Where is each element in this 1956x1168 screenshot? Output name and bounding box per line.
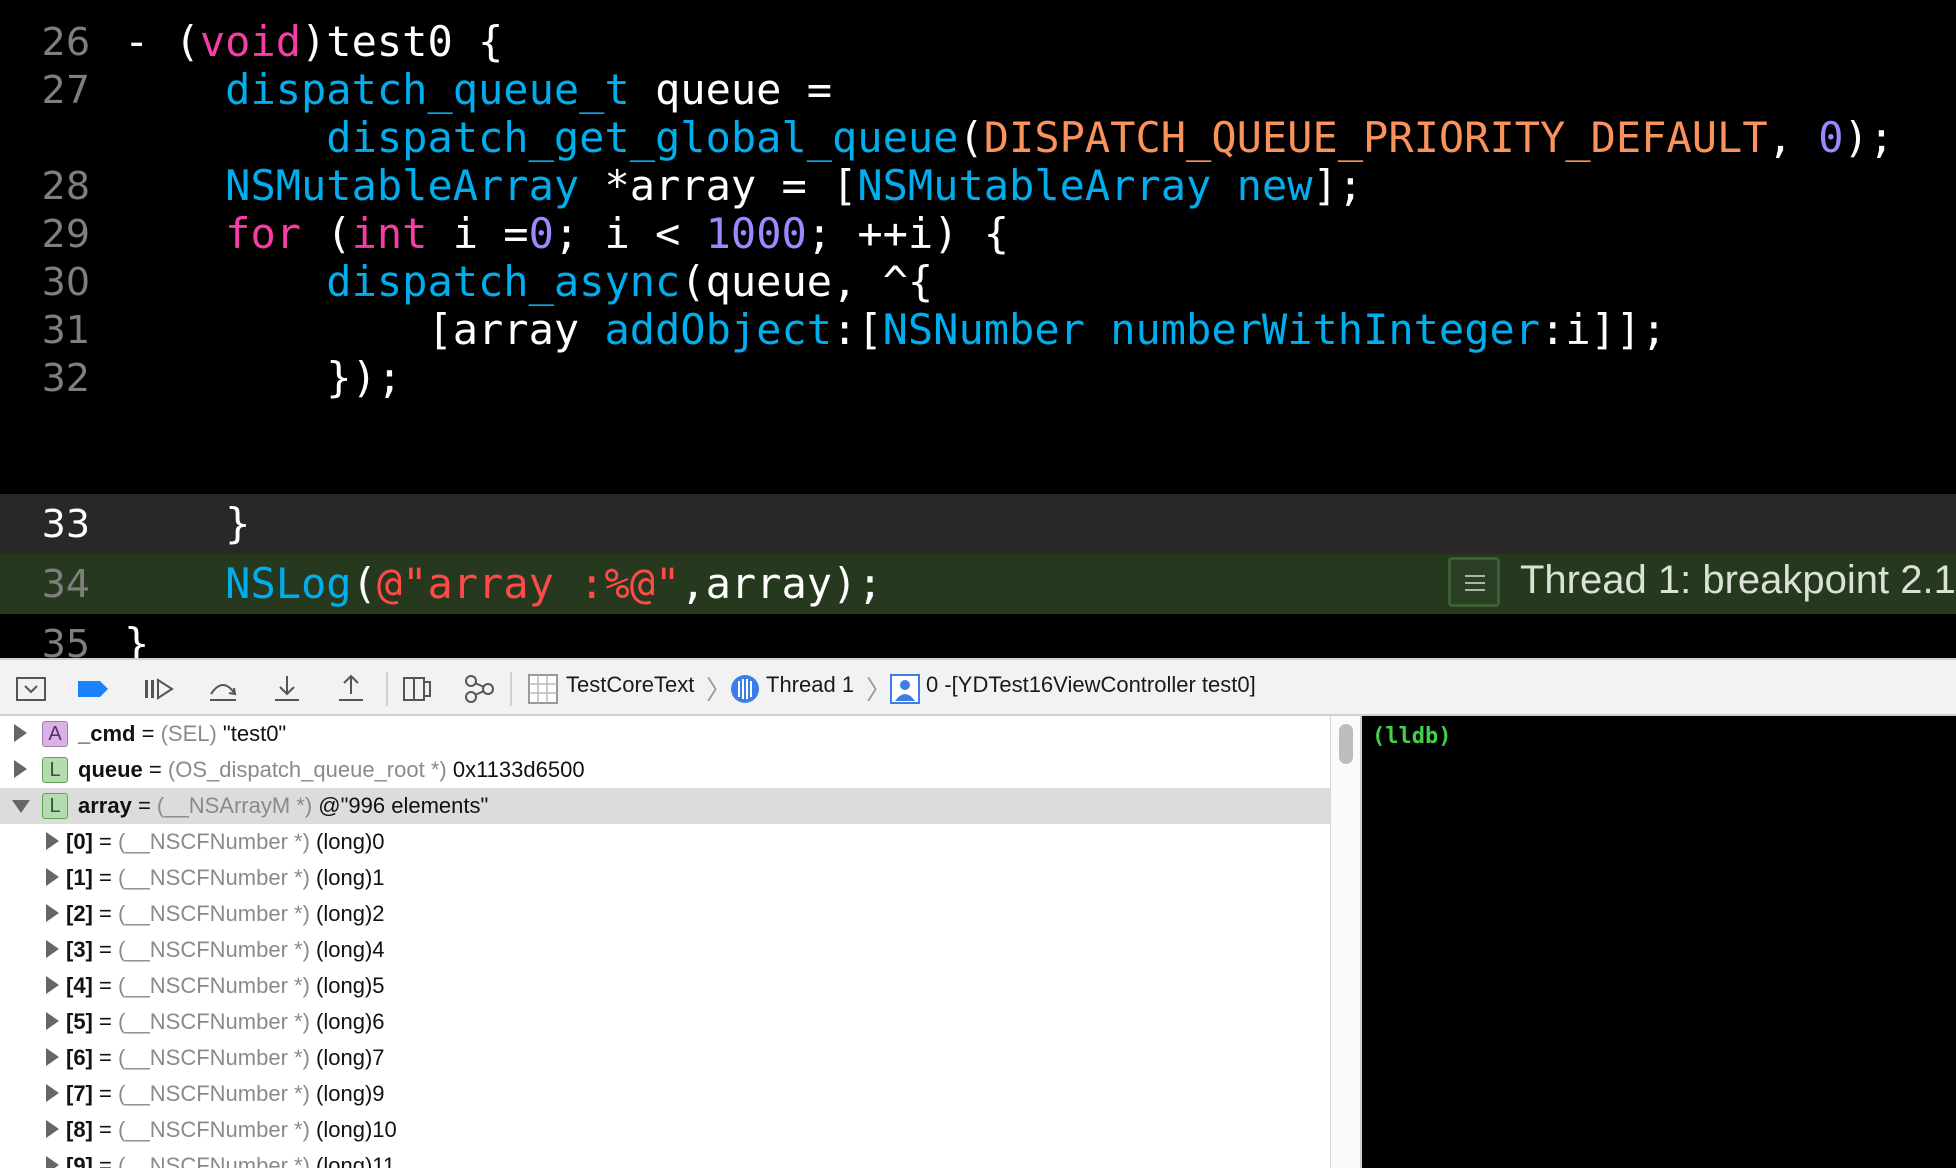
debug-bar: TestCoreText 〉 Thread 1 〉 0 -[YDTest16Vi… — [0, 658, 1956, 716]
code-line-33-current[interactable]: 33 } — [0, 494, 1956, 554]
disclosure-triangle-icon[interactable] — [46, 1084, 59, 1102]
disclosure-triangle-icon[interactable] — [46, 1120, 59, 1138]
code-text: }); — [326, 353, 403, 402]
array-element-row[interactable]: [5] = (__NSCFNumber *) (long)6 — [0, 1004, 1330, 1040]
step-into-icon[interactable] — [270, 672, 304, 706]
variable-text: [1] = (__NSCFNumber *) (long)1 — [66, 865, 385, 890]
array-element-row[interactable]: [2] = (__NSCFNumber *) (long)2 — [0, 896, 1330, 932]
disclosure-triangle-icon[interactable] — [46, 976, 59, 994]
variable-row-array-selected[interactable]: L array = (__NSArrayM *) @"996 elements" — [0, 788, 1330, 824]
local-badge-icon: L — [42, 793, 68, 819]
local-badge-icon: L — [42, 757, 68, 783]
breakpoints-toggle-icon[interactable] — [76, 672, 110, 706]
array-element-row[interactable]: [7] = (__NSCFNumber *) (long)9 — [0, 1076, 1330, 1112]
line-number: 34 — [41, 562, 90, 606]
disclosure-triangle-open-icon[interactable] — [12, 800, 30, 813]
hide-debug-area-icon[interactable] — [14, 672, 48, 706]
code-text: } — [225, 499, 251, 548]
line-number: 26 — [41, 20, 90, 64]
variable-text: [7] = (__NSCFNumber *) (long)9 — [66, 1081, 385, 1106]
array-element-row[interactable]: [3] = (__NSCFNumber *) (long)4 — [0, 932, 1330, 968]
disclosure-triangle-icon[interactable] — [46, 832, 59, 850]
breakpoint-label: Thread 1: breakpoint 2.1 — [1520, 558, 1956, 602]
code-text: } — [124, 619, 150, 658]
disclosure-triangle-icon[interactable] — [46, 1156, 59, 1168]
array-element-row[interactable]: [9] = (__NSCFNumber *) (long)11 — [0, 1148, 1330, 1168]
code-line-32[interactable]: 32 }); — [0, 348, 1956, 408]
disclosure-triangle-icon[interactable] — [46, 1012, 59, 1030]
disclosure-triangle-icon[interactable] — [46, 1048, 59, 1066]
code-text: NSLog(@"array :%@",array); — [225, 559, 883, 608]
variable-text: _cmd = (SEL) "test0" — [78, 721, 287, 746]
variable-text: [0] = (__NSCFNumber *) (long)0 — [66, 829, 385, 854]
toolbar-separator — [386, 672, 388, 706]
view-debugger-icon[interactable] — [400, 672, 434, 706]
variable-text: [4] = (__NSCFNumber *) (long)5 — [66, 973, 385, 998]
crumb-thread[interactable]: Thread 1 — [766, 672, 854, 698]
line-number: 29 — [41, 212, 90, 256]
lldb-prompt: (lldb) — [1372, 724, 1452, 749]
array-element-row[interactable]: [4] = (__NSCFNumber *) (long)5 — [0, 968, 1330, 1004]
line-number: 32 — [41, 356, 90, 400]
continue-icon[interactable] — [142, 672, 176, 706]
app-target-icon[interactable] — [526, 672, 560, 706]
code-editor[interactable]: 26 - (void)test0 { 27 dispatch_queue_t q… — [0, 0, 1956, 658]
variable-text: [5] = (__NSCFNumber *) (long)6 — [66, 1009, 385, 1034]
variable-row-queue[interactable]: L queue = (OS_dispatch_queue_root *) 0x1… — [0, 752, 1330, 788]
crumb-frame[interactable]: 0 -[YDTest16ViewController test0] — [926, 672, 1256, 698]
array-element-row[interactable]: [8] = (__NSCFNumber *) (long)10 — [0, 1112, 1330, 1148]
disclosure-triangle-icon[interactable] — [46, 868, 59, 886]
line-number: 30 — [41, 260, 90, 304]
lldb-console[interactable]: (lldb) — [1362, 716, 1956, 1168]
menu-lines-icon[interactable] — [1448, 557, 1500, 607]
disclosure-triangle-icon[interactable] — [46, 904, 59, 922]
disclosure-triangle-icon[interactable] — [14, 760, 27, 778]
array-element-row[interactable]: [0] = (__NSCFNumber *) (long)0 — [0, 824, 1330, 860]
variables-view[interactable]: A _cmd = (SEL) "test0" L queue = (OS_dis… — [0, 716, 1330, 1168]
step-over-icon[interactable] — [206, 672, 240, 706]
code-line-35[interactable]: 35 } — [0, 614, 1956, 658]
variable-text: [6] = (__NSCFNumber *) (long)7 — [66, 1045, 385, 1070]
variable-text: [8] = (__NSCFNumber *) (long)10 — [66, 1117, 397, 1142]
variable-text: [2] = (__NSCFNumber *) (long)2 — [66, 901, 385, 926]
step-out-icon[interactable] — [334, 672, 368, 706]
variables-scrollbar[interactable] — [1330, 716, 1360, 1168]
array-element-row[interactable]: [6] = (__NSCFNumber *) (long)7 — [0, 1040, 1330, 1076]
disclosure-triangle-icon[interactable] — [46, 940, 59, 958]
thread-icon[interactable] — [728, 672, 762, 706]
disclosure-triangle-icon[interactable] — [14, 724, 27, 742]
line-number: 27 — [41, 68, 90, 112]
variable-text: array = (__NSArrayM *) @"996 elements" — [78, 793, 489, 818]
memory-graph-icon[interactable] — [462, 672, 496, 706]
toolbar-separator — [510, 672, 512, 706]
scrollbar-thumb[interactable] — [1339, 724, 1353, 764]
crumb-project[interactable]: TestCoreText — [566, 672, 694, 698]
line-number: 33 — [41, 502, 90, 546]
variable-text: [3] = (__NSCFNumber *) (long)4 — [66, 937, 385, 962]
breakpoint-annotation[interactable]: Thread 1: breakpoint 2.1 — [1440, 554, 1956, 614]
argument-badge-icon: A — [42, 721, 68, 747]
stack-frame-user-icon[interactable] — [888, 672, 922, 706]
array-element-row[interactable]: [1] = (__NSCFNumber *) (long)1 — [0, 860, 1330, 896]
line-number: 28 — [41, 164, 90, 208]
variable-row-cmd[interactable]: A _cmd = (SEL) "test0" — [0, 716, 1330, 752]
variable-text: queue = (OS_dispatch_queue_root *) 0x113… — [78, 757, 585, 782]
line-number: 31 — [41, 308, 90, 352]
line-number: 35 — [41, 622, 90, 658]
variable-text: [9] = (__NSCFNumber *) (long)11 — [66, 1153, 396, 1168]
